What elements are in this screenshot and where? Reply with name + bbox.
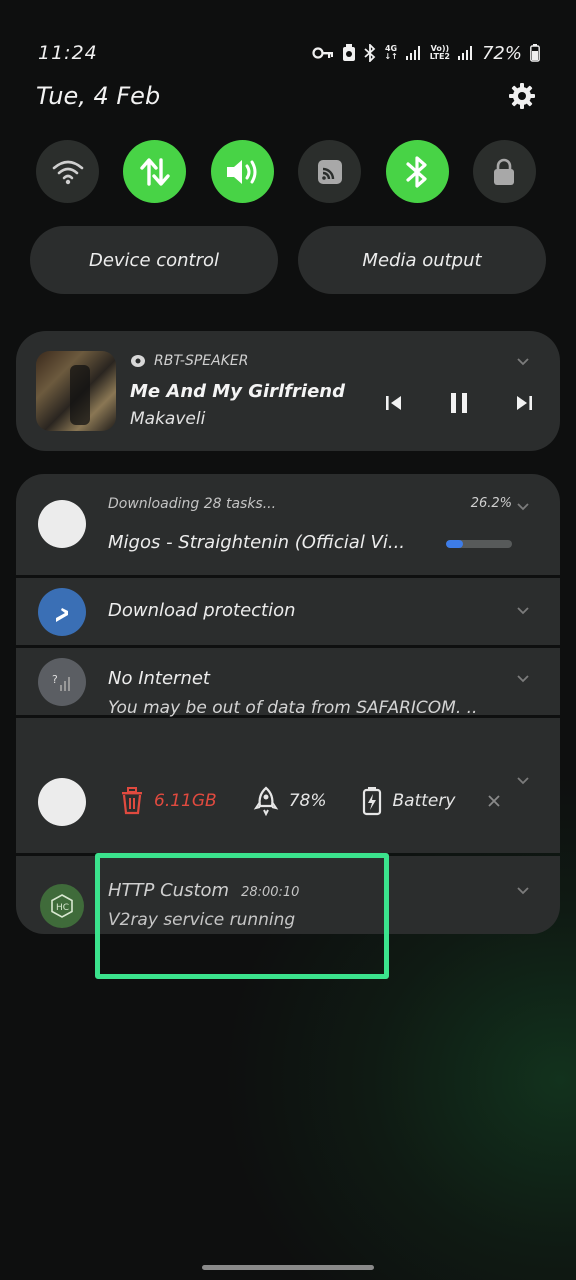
settings-gear-icon[interactable]: [508, 82, 536, 110]
download-title: Migos - Straightenin (Official Vi...: [108, 532, 406, 553]
mobile-data-toggle[interactable]: [123, 140, 187, 203]
cleaner-widget-notification[interactable]: 6.11GB 78% Battery: [16, 718, 560, 853]
lock-icon: [494, 158, 515, 185]
chevron-down-icon[interactable]: [516, 884, 530, 898]
no-internet-title: No Internet: [108, 668, 210, 689]
previous-track-icon[interactable]: [384, 393, 404, 413]
wifi-icon: [52, 160, 83, 184]
download-notification[interactable]: Downloading 28 tasks... 26.2% Migos - St…: [16, 474, 560, 575]
download-progress-bar: [446, 540, 512, 548]
download-percent: 26.2%: [470, 496, 512, 511]
key-icon: [312, 46, 334, 60]
media-player-card[interactable]: RBT-SPEAKER Me And My Girlfriend Makavel…: [16, 331, 560, 451]
album-art: [36, 351, 116, 431]
signal-2-icon: [457, 46, 474, 60]
battery-label: Battery: [392, 791, 456, 811]
chevron-down-icon[interactable]: [516, 774, 530, 788]
quick-settings-row: [36, 140, 536, 203]
date-label: Tue, 4 Feb: [36, 82, 161, 110]
media-output-button[interactable]: Media output: [298, 226, 546, 294]
chevron-down-icon[interactable]: [516, 604, 530, 618]
status-bar: 11:24 4G ↓↑ Vo)) LTE2 72%: [38, 40, 540, 66]
cast-toggle[interactable]: [298, 140, 362, 203]
close-icon[interactable]: [487, 794, 501, 808]
chevron-down-icon[interactable]: [516, 672, 530, 686]
speaker-device-icon: [131, 355, 145, 367]
clock: 11:24: [38, 42, 98, 64]
media-title: Me And My Girlfriend: [130, 381, 345, 402]
widget-actions: 6.11GB 78% Battery: [120, 786, 501, 816]
bluetooth-icon: [406, 155, 427, 188]
bluetooth-toggle[interactable]: [385, 140, 449, 203]
status-icons: 4G ↓↑ Vo)) LTE2 72%: [312, 43, 540, 64]
signal-icon: [405, 46, 422, 60]
boost-percent: 78%: [288, 791, 327, 811]
chevron-down-icon[interactable]: [516, 500, 530, 514]
media-artist: Makaveli: [130, 409, 206, 429]
download-app-icon: [38, 500, 86, 548]
media-controls: [384, 391, 534, 415]
battery-percent: 72%: [481, 42, 522, 64]
bing-icon: [38, 588, 86, 636]
speaker-icon: [227, 159, 257, 184]
battery-charge-icon[interactable]: [362, 786, 382, 816]
saver-icon: [342, 44, 356, 62]
no-signal-icon: ?: [38, 658, 86, 706]
download-protection-notification[interactable]: Download protection: [16, 578, 560, 645]
wifi-toggle[interactable]: [36, 140, 99, 203]
cleaner-app-icon: [38, 778, 86, 826]
http-custom-app-icon: HC: [40, 884, 84, 928]
storage-size: 6.11GB: [154, 791, 217, 811]
download-header: Downloading 28 tasks...: [108, 496, 277, 512]
sound-toggle[interactable]: [210, 140, 274, 203]
no-internet-notification[interactable]: ? No Internet You may be out of data fro…: [16, 648, 560, 718]
trash-icon[interactable]: [120, 787, 144, 815]
volte-icon: Vo)) LTE2: [429, 44, 450, 61]
chevron-down-icon[interactable]: [516, 355, 530, 369]
home-indicator[interactable]: [202, 1265, 374, 1270]
no-internet-body: You may be out of data from SAFARICOM. .…: [108, 698, 478, 718]
mobile-network-4g-icon: 4G ↓↑: [384, 44, 398, 61]
svg-text:?: ?: [52, 673, 58, 686]
pause-icon[interactable]: [448, 391, 470, 415]
lock-toggle[interactable]: [472, 140, 536, 203]
highlight-annotation-box: [95, 853, 389, 979]
rocket-icon[interactable]: [253, 786, 279, 816]
data-arrows-icon: [140, 157, 170, 186]
pill-row: Device control Media output: [30, 226, 546, 294]
battery-icon: [530, 44, 540, 62]
date-row: Tue, 4 Feb: [36, 82, 536, 110]
next-track-icon[interactable]: [514, 393, 534, 413]
media-source: RBT-SPEAKER: [130, 353, 248, 369]
download-progress-fill: [446, 540, 464, 548]
cast-icon: [317, 159, 342, 184]
media-source-label: RBT-SPEAKER: [154, 353, 249, 369]
download-protection-title: Download protection: [108, 600, 296, 621]
svg-text:HC: HC: [56, 903, 69, 913]
bluetooth-status-icon: [364, 44, 376, 62]
device-control-button[interactable]: Device control: [30, 226, 278, 294]
